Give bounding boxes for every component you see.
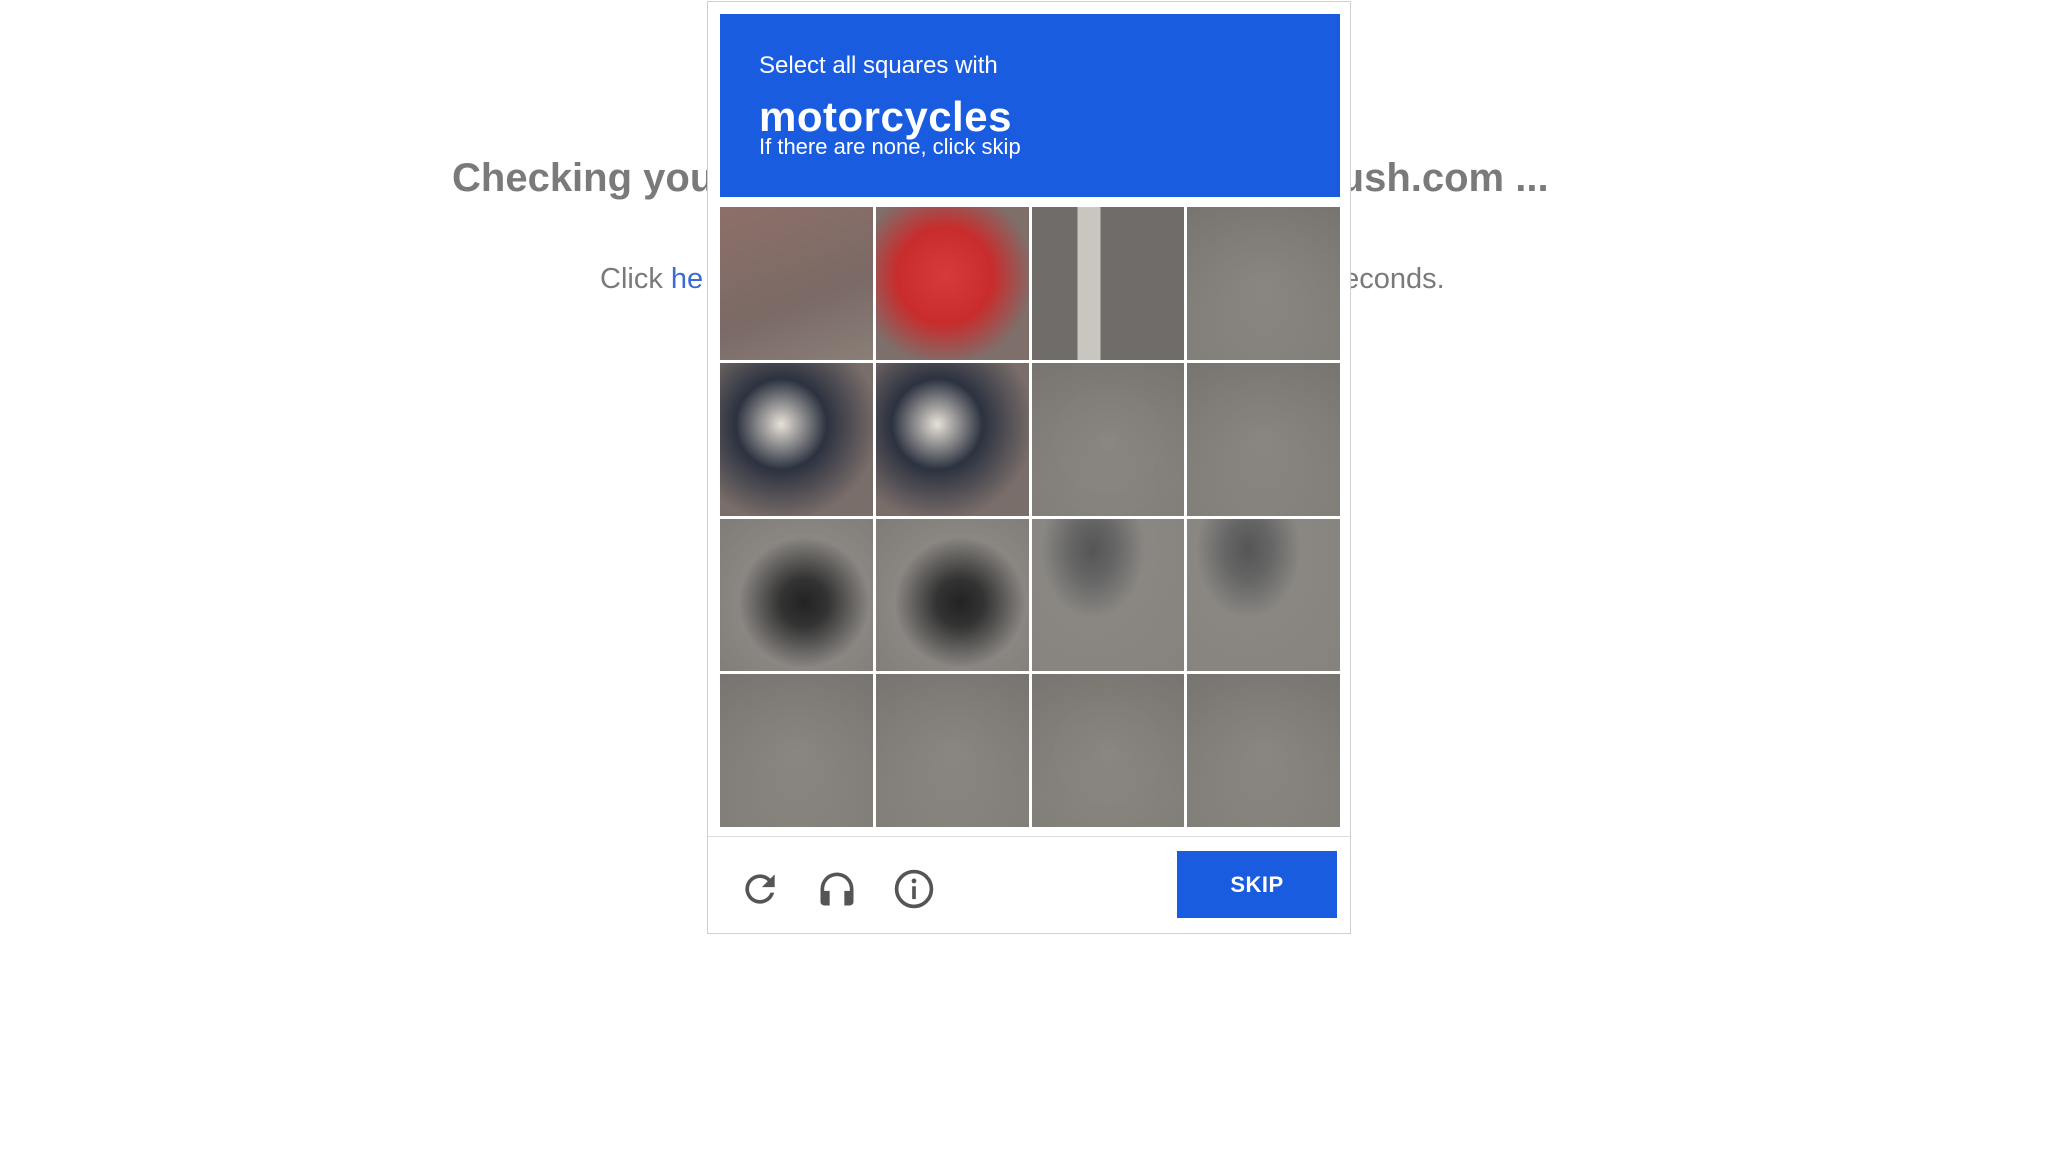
- subtext-prefix: Click: [600, 263, 671, 295]
- captcha-challenge: Select all squares with motorcycles If t…: [707, 1, 1351, 934]
- instruction-text: Select all squares with: [759, 52, 998, 79]
- grid-tile-1-4[interactable]: [1187, 207, 1340, 360]
- grid-tile-1-3[interactable]: [1031, 207, 1185, 360]
- image-grid: [720, 207, 1340, 827]
- grid-tile-4-3[interactable]: [1031, 674, 1185, 827]
- grid-tile-3-4[interactable]: [1187, 518, 1340, 672]
- hint-text: If there are none, click skip: [759, 134, 1021, 159]
- reload-icon: [745, 874, 775, 904]
- redirect-link[interactable]: he: [671, 263, 703, 295]
- grid-tile-1-1[interactable]: [720, 207, 873, 360]
- footer-divider: [708, 836, 1350, 837]
- info-button[interactable]: [889, 864, 939, 914]
- grid-tile-2-1[interactable]: [720, 362, 873, 516]
- grid-tile-2-3[interactable]: [1031, 362, 1185, 516]
- grid-tile-3-1[interactable]: [720, 518, 873, 672]
- subtext-suffix: econds.: [1343, 263, 1445, 295]
- skip-button[interactable]: SKIP: [1177, 851, 1337, 918]
- grid-tile-2-2[interactable]: [875, 362, 1029, 516]
- headphones-icon: [820, 872, 854, 906]
- grid-tile-1-2[interactable]: [875, 207, 1029, 360]
- captcha-header: Select all squares with motorcycles If t…: [720, 14, 1340, 197]
- grid-tile-3-2[interactable]: [875, 518, 1029, 672]
- reload-button[interactable]: [735, 864, 785, 914]
- grid-tile-2-4[interactable]: [1187, 362, 1340, 516]
- grid-tile-4-4[interactable]: [1187, 674, 1340, 827]
- grid-tile-4-2[interactable]: [875, 674, 1029, 827]
- grid-tile-3-3[interactable]: [1031, 518, 1185, 672]
- info-icon: [894, 869, 934, 909]
- heading-left: Checking you: [452, 156, 715, 200]
- grid-tile-4-1[interactable]: [720, 674, 873, 827]
- audio-challenge-button[interactable]: [812, 864, 862, 914]
